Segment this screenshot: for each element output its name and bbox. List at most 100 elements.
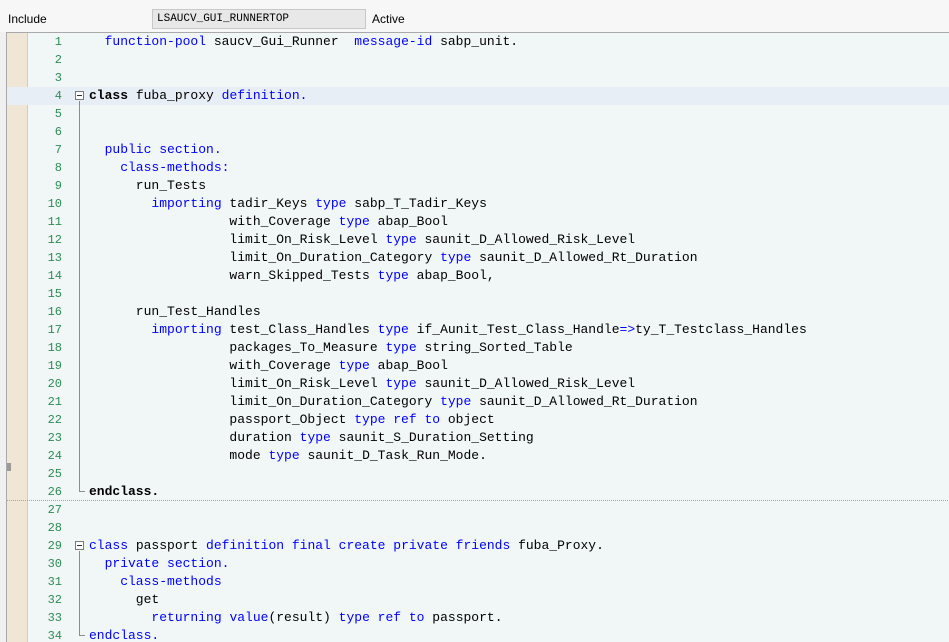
code-line[interactable]: 28	[7, 519, 949, 537]
line-number: 15	[47, 287, 62, 301]
line-number: 31	[47, 575, 62, 589]
code-line[interactable]: 18 packages_To_Measure type string_Sorte…	[7, 339, 949, 357]
line-code: importing test_Class_Handles type if_Aun…	[89, 322, 807, 337]
code-line[interactable]: 23 duration type saunit_S_Duration_Setti…	[7, 429, 949, 447]
code-line[interactable]: 21 limit_On_Duration_Category type sauni…	[7, 393, 949, 411]
code-line[interactable]: 20 limit_On_Risk_Level type saunit_D_All…	[7, 375, 949, 393]
code-line[interactable]: 5	[7, 105, 949, 123]
include-label: Include	[8, 12, 47, 26]
include-name-field[interactable]: LSAUCV_GUI_RUNNERTOP	[152, 9, 366, 29]
include-header: Include LSAUCV_GUI_RUNNERTOP Active	[0, 0, 949, 32]
line-number: 11	[47, 215, 62, 229]
code-line[interactable]: 22 passport_Object type ref to object	[7, 411, 949, 429]
line-number: 18	[47, 341, 62, 355]
code-line[interactable]: 27	[7, 501, 949, 519]
collapse-toggle-icon[interactable]	[75, 91, 84, 100]
line-number: 16	[47, 305, 62, 319]
line-number: 32	[47, 593, 62, 607]
line-code: importing tadir_Keys type sabp_T_Tadir_K…	[89, 196, 487, 211]
fold-guide	[79, 101, 80, 491]
line-number: 8	[54, 161, 62, 175]
line-number: 14	[47, 269, 62, 283]
code-line[interactable]: 2	[7, 51, 949, 69]
code-editor[interactable]: 1 function-pool saucv_Gui_Runner message…	[6, 32, 949, 642]
line-number: 1	[54, 35, 62, 49]
line-number: 17	[47, 323, 62, 337]
code-line[interactable]: 24 mode type saunit_D_Task_Run_Mode.	[7, 447, 949, 465]
line-number: 2	[54, 53, 62, 67]
code-line[interactable]: 6	[7, 123, 949, 141]
code-line[interactable]: 26 endclass.	[7, 483, 949, 501]
line-number: 24	[47, 449, 62, 463]
line-number: 6	[54, 125, 62, 139]
code-line[interactable]: 32 get	[7, 591, 949, 609]
code-line[interactable]: 10 importing tadir_Keys type sabp_T_Tadi…	[7, 195, 949, 213]
line-number: 23	[47, 431, 62, 445]
line-number: 30	[47, 557, 62, 571]
line-code: with_Coverage type abap_Bool	[89, 214, 448, 229]
line-code: limit_On_Risk_Level type saunit_D_Allowe…	[89, 232, 636, 247]
code-line[interactable]: 11 with_Coverage type abap_Bool	[7, 213, 949, 231]
line-number: 12	[47, 233, 62, 247]
line-code: returning value(result) type ref to pass…	[89, 610, 503, 625]
line-number: 34	[47, 629, 62, 642]
line-code: warn_Skipped_Tests type abap_Bool,	[89, 268, 495, 283]
line-number: 10	[47, 197, 62, 211]
code-line[interactable]: 15	[7, 285, 949, 303]
fold-guide	[79, 551, 80, 635]
code-line[interactable]: 31 class-methods	[7, 573, 949, 591]
code-line[interactable]: 9 run_Tests	[7, 177, 949, 195]
line-code: packages_To_Measure type string_Sorted_T…	[89, 340, 573, 355]
code-line[interactable]: 14 warn_Skipped_Tests type abap_Bool,	[7, 267, 949, 285]
fold-guide-end	[79, 491, 85, 492]
line-number: 21	[47, 395, 62, 409]
code-line[interactable]: 33 returning value(result) type ref to p…	[7, 609, 949, 627]
code-line[interactable]: 3	[7, 69, 949, 87]
line-code: public section.	[89, 142, 222, 157]
line-number: 29	[47, 539, 62, 553]
line-number: 27	[47, 503, 62, 517]
line-number: 26	[47, 485, 62, 499]
fold-guide-end	[79, 635, 85, 636]
line-number: 13	[47, 251, 62, 265]
line-code: class fuba_proxy definition.	[89, 88, 308, 103]
line-code: run_Tests	[89, 178, 207, 193]
line-number: 33	[47, 611, 62, 625]
code-line[interactable]: 25	[7, 465, 949, 483]
code-line[interactable]: 29 class passport definition final create…	[7, 537, 949, 555]
line-number: 20	[47, 377, 62, 391]
line-code: private section.	[89, 556, 230, 571]
code-line[interactable]: 4 class fuba_proxy definition.	[7, 87, 949, 105]
line-code: run_Test_Handles	[89, 304, 261, 319]
line-code: duration type saunit_S_Duration_Setting	[89, 430, 534, 445]
code-line[interactable]: 34 endclass.	[7, 627, 949, 642]
line-number: 3	[54, 71, 62, 85]
line-code: limit_On_Duration_Category type saunit_D…	[89, 394, 698, 409]
line-number: 7	[54, 143, 62, 157]
line-number: 25	[47, 467, 62, 481]
code-line[interactable]: 19 with_Coverage type abap_Bool	[7, 357, 949, 375]
code-line[interactable]: 7 public section.	[7, 141, 949, 159]
code-line[interactable]: 17 importing test_Class_Handles type if_…	[7, 321, 949, 339]
code-line[interactable]: 30 private section.	[7, 555, 949, 573]
line-number: 9	[54, 179, 62, 193]
line-code: endclass.	[89, 484, 160, 499]
collapse-toggle-icon[interactable]	[75, 541, 84, 550]
code-line[interactable]: 12 limit_On_Risk_Level type saunit_D_All…	[7, 231, 949, 249]
status-text: Active	[372, 12, 405, 26]
line-code: limit_On_Risk_Level type saunit_D_Allowe…	[89, 376, 636, 391]
code-line[interactable]: 1 function-pool saucv_Gui_Runner message…	[7, 33, 949, 51]
line-number: 19	[47, 359, 62, 373]
line-code: function-pool saucv_Gui_Runner message-i…	[89, 34, 519, 49]
line-code: class passport definition final create p…	[89, 538, 604, 553]
line-code: limit_On_Duration_Category type saunit_D…	[89, 250, 698, 265]
line-code: class-methods	[89, 574, 222, 589]
line-code: passport_Object type ref to object	[89, 412, 495, 427]
code-line[interactable]: 16 run_Test_Handles	[7, 303, 949, 321]
line-number: 4	[54, 89, 62, 103]
line-code: get	[89, 592, 160, 607]
code-line[interactable]: 13 limit_On_Duration_Category type sauni…	[7, 249, 949, 267]
code-line[interactable]: 8 class-methods:	[7, 159, 949, 177]
line-code: endclass.	[89, 628, 160, 642]
line-code: class-methods:	[89, 160, 230, 175]
